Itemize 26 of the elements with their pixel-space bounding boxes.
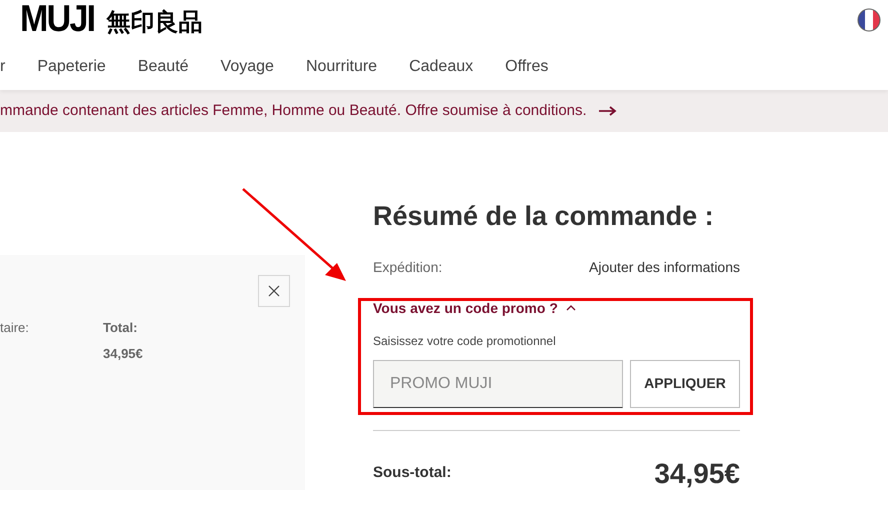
arrow-right-icon[interactable] [598,106,617,116]
add-info-link[interactable]: Ajouter des informations [589,256,740,278]
french-flag-icon[interactable] [857,8,881,32]
summary-title: Résumé de la commande : [373,200,715,233]
subtotal-value: 34,95€ [654,456,740,490]
total-value: 34,95€ [103,344,143,362]
shipping-label: Expédition: [373,258,442,277]
nav-link[interactable]: Nourriture [306,55,378,79]
nav-link[interactable]: Papeterie [37,55,106,79]
nav-link[interactable]: r [0,55,6,79]
nav-link[interactable]: Offres [505,55,548,79]
nav-link[interactable]: Voyage [220,55,274,79]
total-label: Total: [103,319,138,337]
close-icon [268,285,280,297]
logo-kanji[interactable]: 無印良品 [106,8,202,36]
logo-wordmark[interactable]: MUJI [20,0,94,38]
column-label: taire: [0,319,30,337]
promo-banner-text: mmande contenant des articles Femme, Homme ou Beauté. Offre soumise à conditions. [0,100,587,121]
promo-toggle[interactable]: Vous avez un code promo ? [373,298,576,318]
close-button[interactable] [258,275,290,307]
nav-link[interactable]: Cadeaux [409,55,474,79]
subtotal-label: Sous-total: [373,463,452,484]
nav-link[interactable]: Beauté [138,55,189,79]
apply-button[interactable]: APPLIQUER [630,360,740,408]
promo-code-field[interactable]: PROMO MUJI [373,360,623,408]
promo-code-label: Saisissez votre code promotionnel [373,332,557,350]
